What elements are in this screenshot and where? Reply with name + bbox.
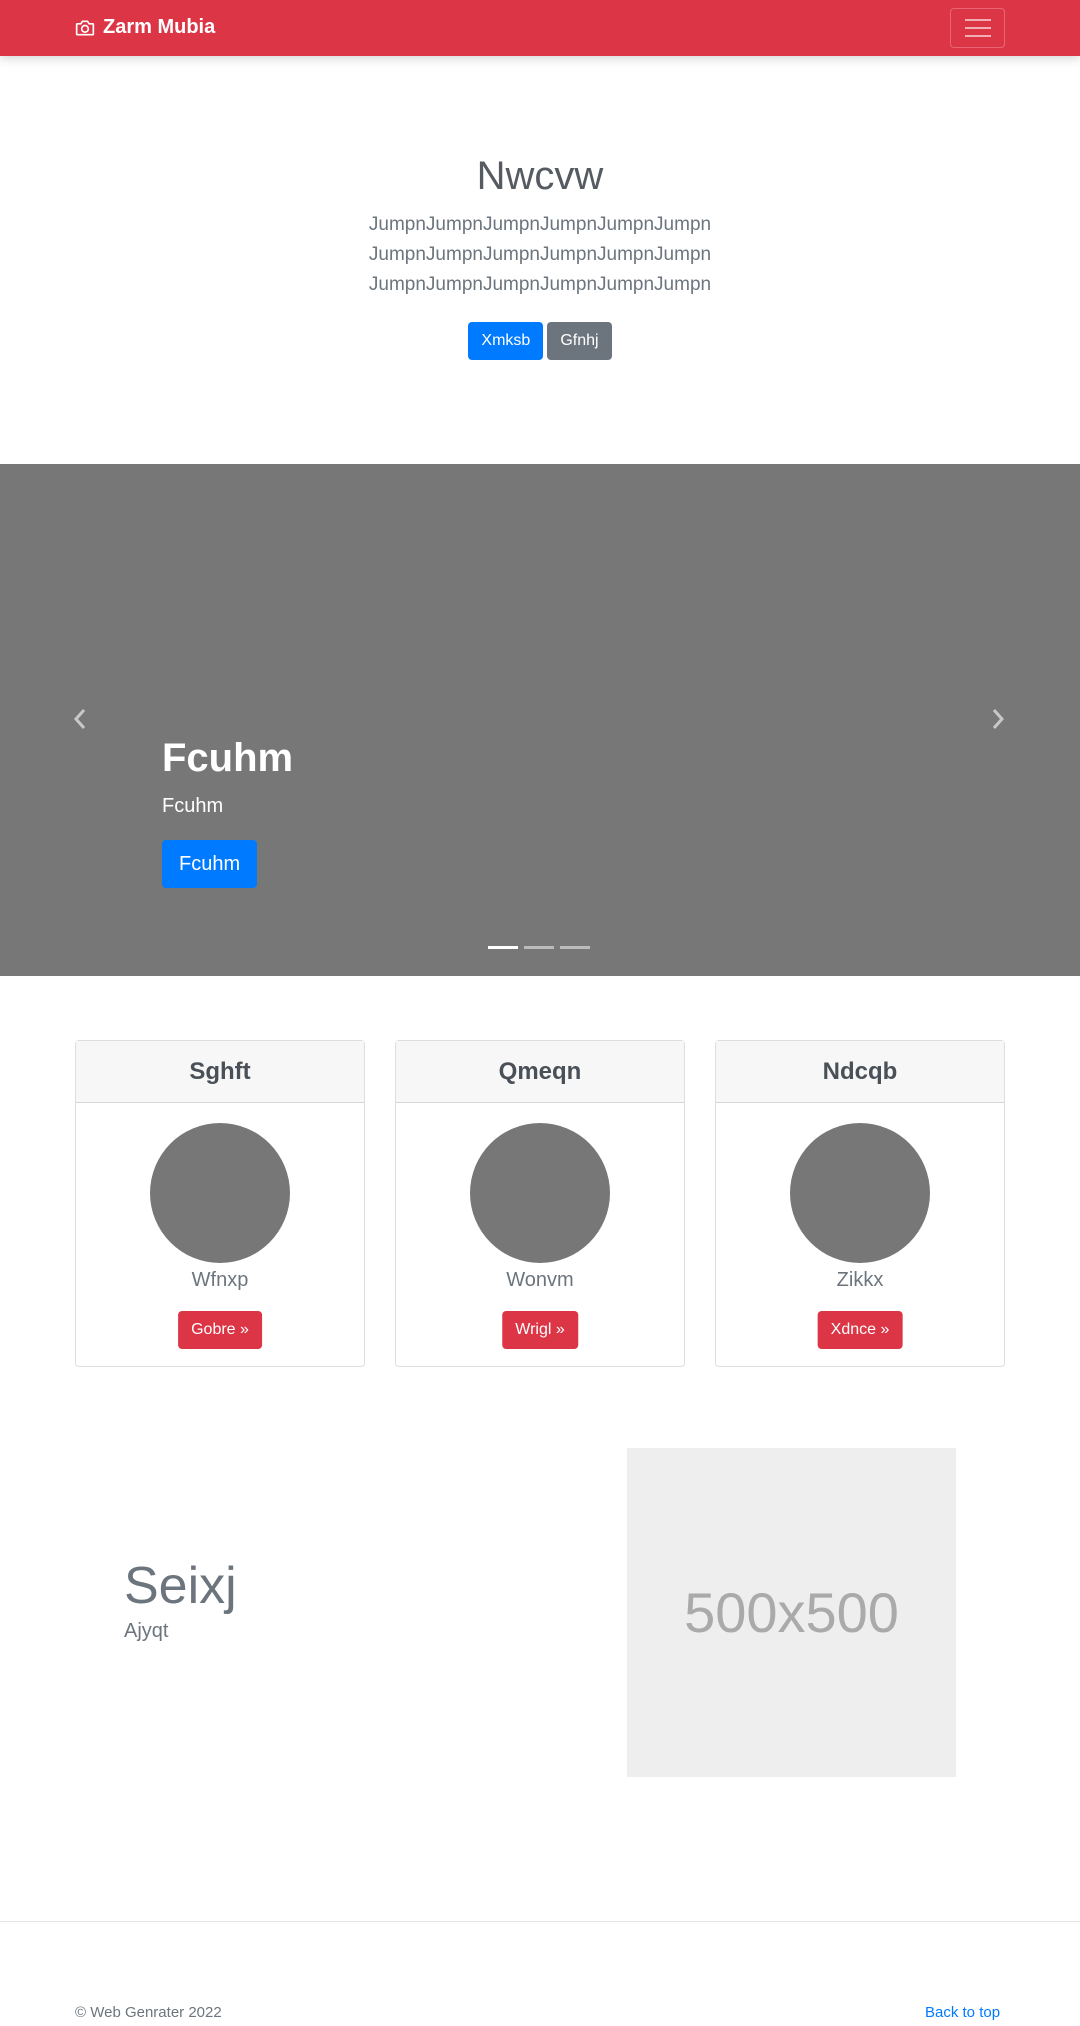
hamburger-icon-line — [964, 19, 991, 21]
feature-subtitle: Ajyqt — [124, 1620, 169, 1642]
carousel-indicator[interactable] — [488, 946, 518, 949]
chevron-left-icon — [73, 709, 86, 729]
hamburger-icon-line — [964, 35, 991, 37]
brand-link[interactable]: Zarm Mubia — [75, 16, 215, 39]
card-body: Wonvm Wrigl » — [396, 1103, 684, 1366]
chevron-right-icon — [992, 709, 1005, 729]
hero-lead: JumpnJumpnJumpnJumpnJumpnJumpn JumpnJump… — [368, 214, 712, 295]
avatar — [150, 1123, 290, 1263]
carousel-title: Fcuhm — [162, 736, 294, 780]
carousel-next-button[interactable] — [988, 704, 1008, 734]
carousel-caption: Fcuhm Fcuhm Fcuhm — [162, 736, 293, 888]
card-text: Wfnxp — [191, 1269, 249, 1291]
avatar — [470, 1123, 610, 1263]
card: Sghft Wfnxp Gobre » — [75, 1040, 365, 1367]
card-text: Zikkx — [836, 1269, 884, 1291]
card-text: Wonvm — [506, 1269, 574, 1291]
card-body: Zikkx Xdnce » — [716, 1103, 1004, 1366]
hero-secondary-button[interactable]: Gfnhj — [547, 322, 612, 360]
carousel-indicator[interactable] — [560, 946, 590, 949]
placeholder-image: 500x500 — [627, 1448, 956, 1777]
avatar — [790, 1123, 930, 1263]
carousel-indicators — [488, 946, 590, 949]
carousel: Fcuhm Fcuhm Fcuhm — [0, 464, 1080, 976]
hamburger-icon-line — [964, 27, 991, 29]
footer-copyright: © Web Genrater 2022 — [75, 2004, 222, 2021]
footer-divider — [0, 1921, 1080, 1922]
card-header: Qmeqn — [396, 1041, 684, 1103]
hero-buttons: Xmksb Gfnhj — [0, 322, 1080, 360]
brand-name: Zarm Mubia — [103, 16, 216, 38]
card-button[interactable]: Xdnce » — [817, 1311, 903, 1349]
card-header: Ndcqb — [716, 1041, 1004, 1103]
hero-primary-button[interactable]: Xmksb — [468, 322, 544, 360]
navbar: Zarm Mubia — [0, 0, 1080, 56]
hero-title: Nwcvw — [476, 154, 604, 198]
card-button[interactable]: Gobre » — [178, 1311, 262, 1349]
card: Qmeqn Wonvm Wrigl » — [395, 1040, 685, 1367]
carousel-subtitle: Fcuhm — [162, 795, 224, 817]
card-button[interactable]: Wrigl » — [502, 1311, 578, 1349]
card-header: Sghft — [76, 1041, 364, 1103]
back-to-top-link[interactable]: Back to top — [925, 2004, 1000, 2021]
carousel-prev-button[interactable] — [70, 704, 90, 734]
carousel-indicator[interactable] — [524, 946, 554, 949]
card-body: Wfnxp Gobre » — [76, 1103, 364, 1366]
card: Ndcqb Zikkx Xdnce » — [715, 1040, 1005, 1367]
carousel-button[interactable]: Fcuhm — [162, 840, 258, 888]
feature-title: Seixj — [124, 1557, 237, 1615]
placeholder-label: 500x500 — [684, 1581, 899, 1644]
navbar-toggler-button[interactable] — [950, 8, 1005, 48]
camera-icon — [75, 20, 95, 35]
